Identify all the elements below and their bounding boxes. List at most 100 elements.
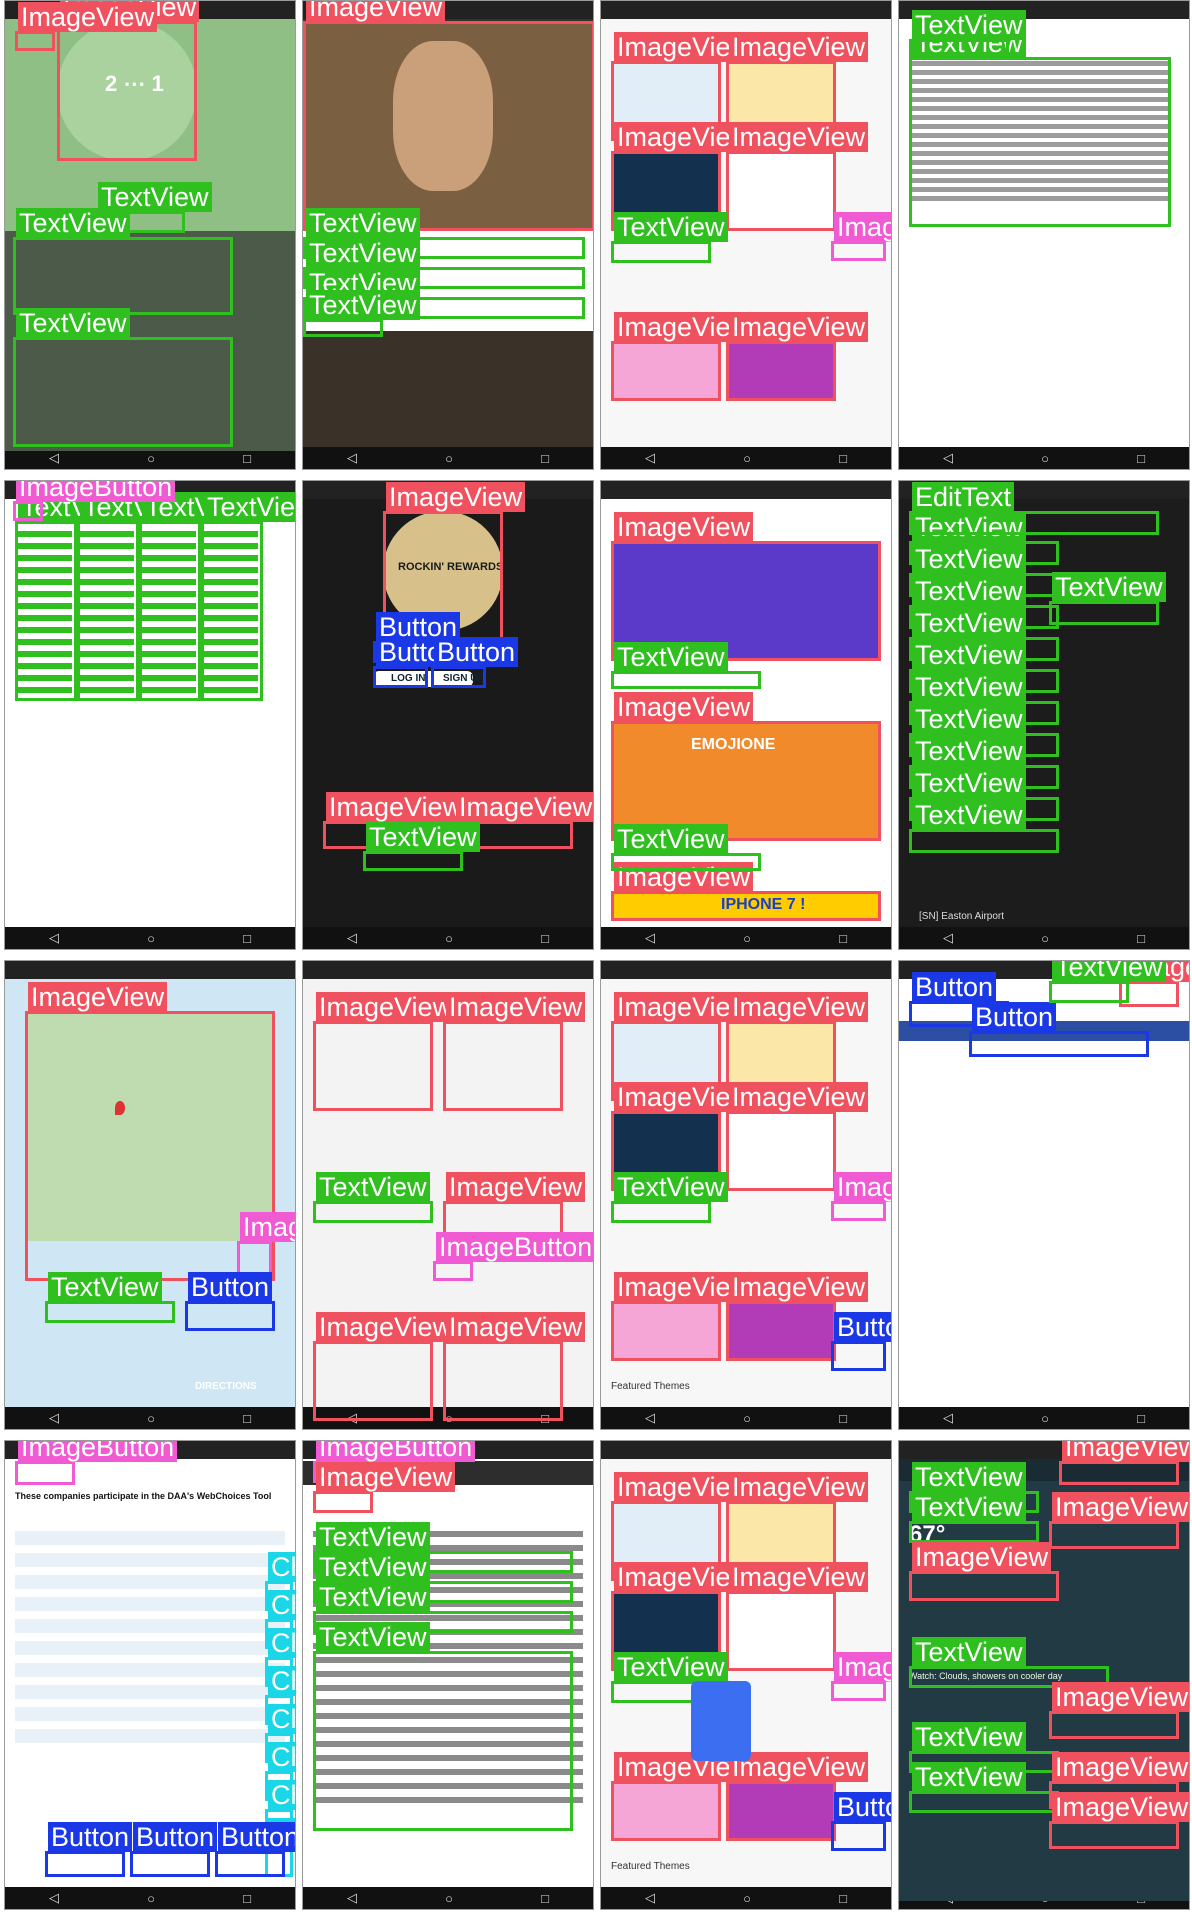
theme-image-4: ImageView [726,1082,869,1191]
recents-icon[interactable]: □ [1137,451,1145,466]
company-row [15,1553,285,1567]
widget-type-label: TextView [912,1762,1026,1792]
home-icon[interactable]: ○ [743,931,751,946]
home-icon[interactable]: ○ [147,1411,155,1426]
back-icon[interactable]: ◁ [49,450,59,466]
home-icon[interactable]: ○ [445,1891,453,1906]
widget-type-label: Button [972,1002,1057,1032]
back-icon[interactable]: ◁ [645,1410,655,1426]
widget-type-label: ImageView [729,122,869,152]
navigation-bar: ◁ ○ □ [5,1887,295,1909]
recents-icon[interactable]: □ [541,1891,549,1906]
recents-icon[interactable]: □ [839,1891,847,1906]
column-1: TextView [15,492,132,701]
theme-name-1: TextView [611,212,728,263]
widget-type-label: ImageView [446,992,586,1022]
tile-text-document: ◁○□ostTextViewTextView [898,0,1190,470]
back-icon[interactable]: ◁ [943,1410,953,1426]
location-button[interactable]: ImageButton [237,1212,295,1276]
home-icon[interactable]: ○ [445,931,453,946]
theme-download-button[interactable]: ImageButton [831,1652,891,1701]
submit-button-1[interactable]: Button [45,1822,133,1877]
home-icon[interactable]: ○ [1041,931,1049,946]
recents-icon[interactable]: □ [243,1411,251,1426]
recents-icon[interactable]: □ [243,451,251,466]
back-icon[interactable]: ◁ [49,1410,59,1426]
gallery-image-1: ImageView [313,992,456,1111]
widget-type-label: TextView [316,1172,430,1202]
signup-button[interactable]: Button [431,637,519,688]
gallery-action-button[interactable]: ImageButton [433,1232,593,1281]
submit-button-2[interactable]: Button [130,1822,218,1877]
home-icon[interactable]: ○ [743,451,751,466]
detail-text: TextView [1049,572,1166,625]
home-icon[interactable]: ○ [743,1891,751,1906]
theme-download-button[interactable]: ImageButton [831,212,891,261]
back-icon[interactable]: ◁ [347,450,357,466]
widget-type-label: TextView [316,1552,430,1582]
recents-icon[interactable]: □ [243,1891,251,1906]
submit-button-3[interactable]: Button [215,1822,295,1877]
recents-icon[interactable]: □ [1137,931,1145,946]
get-button[interactable]: Button [831,1792,891,1851]
widget-type-label: TextView [316,1522,430,1552]
app-icon-image: ImageView [57,1,200,161]
login-button[interactable]: Button [373,637,461,688]
theme-download-button[interactable]: ImageButton [831,1172,891,1221]
widget-type-label: ImageView [1052,1792,1189,1822]
back-icon[interactable]: ◁ [347,1890,357,1906]
home-icon[interactable]: ○ [1041,451,1049,466]
back-image-button[interactable]: ImageButton [15,1441,178,1485]
tile-green-grid: ◁○□TextViewTextViewTextViewTextViewImage… [4,480,296,950]
tile-movie: ◁ ○ □ ImageView TextView TextView TextView Text… [302,0,594,470]
widget-type-label: TextView [912,544,1026,574]
home-icon[interactable]: ○ [445,451,453,466]
secondary-button[interactable]: Button [969,1002,1149,1057]
recents-icon[interactable]: □ [839,1411,847,1426]
weather-banner-image: ImageView [1059,1441,1189,1485]
forecast-text-2: TextView [909,1762,1059,1813]
back-icon[interactable]: ◁ [645,930,655,946]
recents-icon[interactable]: □ [541,931,549,946]
recents-icon[interactable]: □ [839,931,847,946]
recents-icon[interactable]: □ [839,451,847,466]
back-icon[interactable]: ◁ [347,930,357,946]
navigation-bar: ◁ ○ □ [601,1407,891,1429]
home-icon[interactable]: ○ [147,931,155,946]
menu-button[interactable]: ImageButton [13,481,176,521]
back-icon[interactable]: ◁ [645,450,655,466]
get-button[interactable]: Button [831,1312,891,1371]
tile-weather: ◁○□67°Watch: Clouds, showers on cooler d… [898,1440,1190,1910]
widget-type-label: ImageView [446,1312,586,1342]
footer-text: TextView [363,822,480,871]
theme-image-4: ImageView [726,1562,869,1671]
widget-type-label: TextView [912,1462,1026,1492]
home-icon[interactable]: ○ [1041,1411,1049,1426]
back-icon[interactable]: ◁ [943,450,953,466]
recents-icon[interactable]: □ [1137,1411,1145,1426]
back-icon[interactable]: ◁ [49,930,59,946]
recents-icon[interactable]: □ [243,931,251,946]
widget-type-label: EditText [912,482,1015,512]
back-icon[interactable]: ◁ [645,1890,655,1906]
widget-type-label: TextView [204,492,295,522]
search-edittext[interactable]: EditText [909,482,1159,535]
widget-type-label: ImageButton [834,212,891,242]
tile-gallery-empty: ◁ ○ □ ImageView ImageView TextView ImageView Im… [302,960,594,1430]
directions-button[interactable]: Button [185,1272,275,1331]
widget-type-label: ImageView [306,1,446,22]
widget-type-label: TextView [306,238,420,268]
home-icon[interactable]: ○ [147,1891,155,1906]
widget-type-label: Button [834,1792,891,1822]
back-icon[interactable]: ◁ [943,930,953,946]
home-icon[interactable]: ○ [147,451,155,466]
recents-icon[interactable]: □ [541,451,549,466]
widget-type-label: ImageView [1052,1752,1189,1782]
forecast-image-2: ImageView [1049,1792,1189,1849]
weather-radar-image: ImageView [909,1542,1059,1601]
widget-type-label: TextView [912,640,1026,670]
home-icon[interactable]: ○ [743,1411,751,1426]
back-icon[interactable]: ◁ [49,1890,59,1906]
navigation-bar: ◁ ○ □ [5,1407,295,1429]
document-body-text: TextView [909,28,1171,227]
